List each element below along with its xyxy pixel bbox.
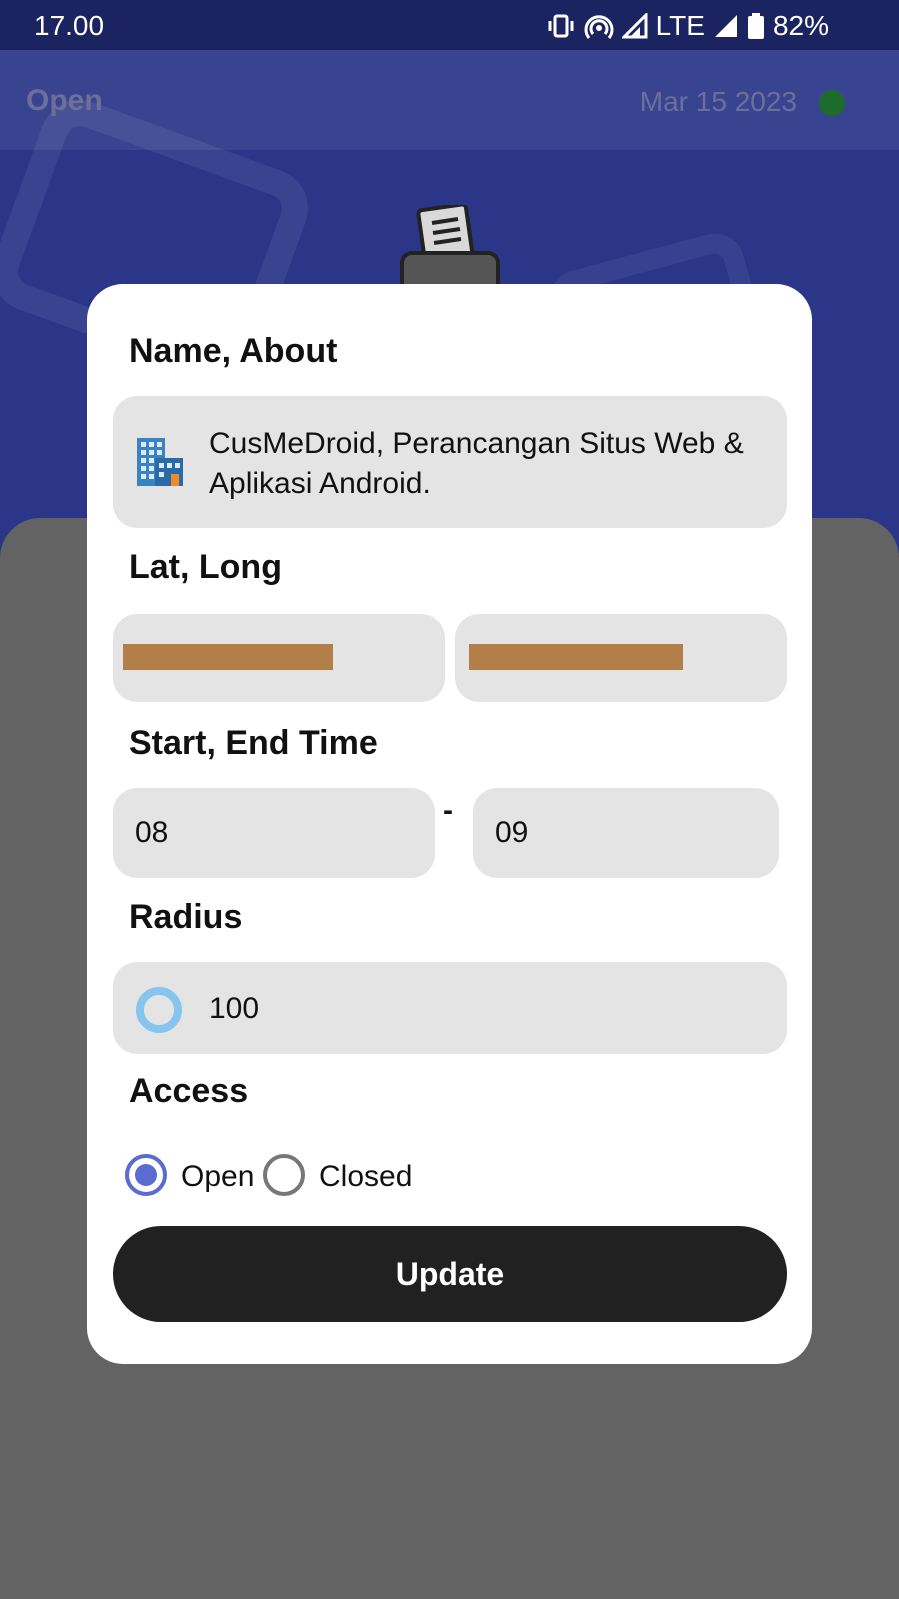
status-bar: 17.00 LTE 82% — [0, 0, 899, 50]
name-about-field[interactable]: CusMeDroid, Perancangan Situs Web & Apli… — [113, 396, 787, 528]
radius-circle-icon — [136, 987, 182, 1033]
end-time-value: 09 — [495, 816, 529, 849]
longitude-field[interactable] — [455, 614, 787, 702]
end-time-field[interactable]: 09 — [473, 788, 779, 878]
radius-label: Radius — [129, 898, 243, 936]
radius-field[interactable]: 100 — [113, 962, 787, 1054]
access-label: Access — [129, 1072, 249, 1110]
network-type: LTE — [655, 10, 705, 41]
redaction-mark — [123, 644, 333, 670]
battery-icon — [747, 13, 764, 39]
name-about-label: Name, About — [129, 332, 338, 370]
lat-long-label: Lat, Long — [129, 548, 282, 586]
start-end-time-label: Start, End Time — [129, 724, 378, 762]
start-time-value: 08 — [135, 816, 169, 849]
latitude-field[interactable] — [113, 614, 445, 702]
name-about-value: CusMeDroid, Perancangan Situs Web & Apli… — [209, 427, 744, 500]
signal-icon — [621, 13, 648, 39]
battery-percent: 82% — [772, 10, 829, 41]
status-icons: LTE 82% — [546, 10, 829, 42]
redaction-mark — [469, 644, 683, 670]
access-closed-radio[interactable] — [263, 1154, 305, 1196]
building-icon — [137, 438, 183, 486]
start-time-field[interactable]: 08 — [113, 788, 435, 878]
update-button[interactable]: Update — [113, 1226, 787, 1322]
vibrate-icon — [548, 14, 574, 38]
time-separator: - — [443, 794, 453, 827]
access-open-radio[interactable] — [125, 1154, 167, 1196]
edit-location-dialog: Name, About CusMeDroid, Perancangan Situ… — [87, 284, 812, 1364]
signal-icon — [714, 15, 737, 37]
access-closed-label[interactable]: Closed — [319, 1160, 412, 1194]
status-time: 17.00 — [34, 10, 105, 41]
radius-value: 100 — [209, 992, 260, 1025]
access-open-label[interactable]: Open — [181, 1160, 254, 1194]
hotspot-icon — [584, 15, 614, 39]
